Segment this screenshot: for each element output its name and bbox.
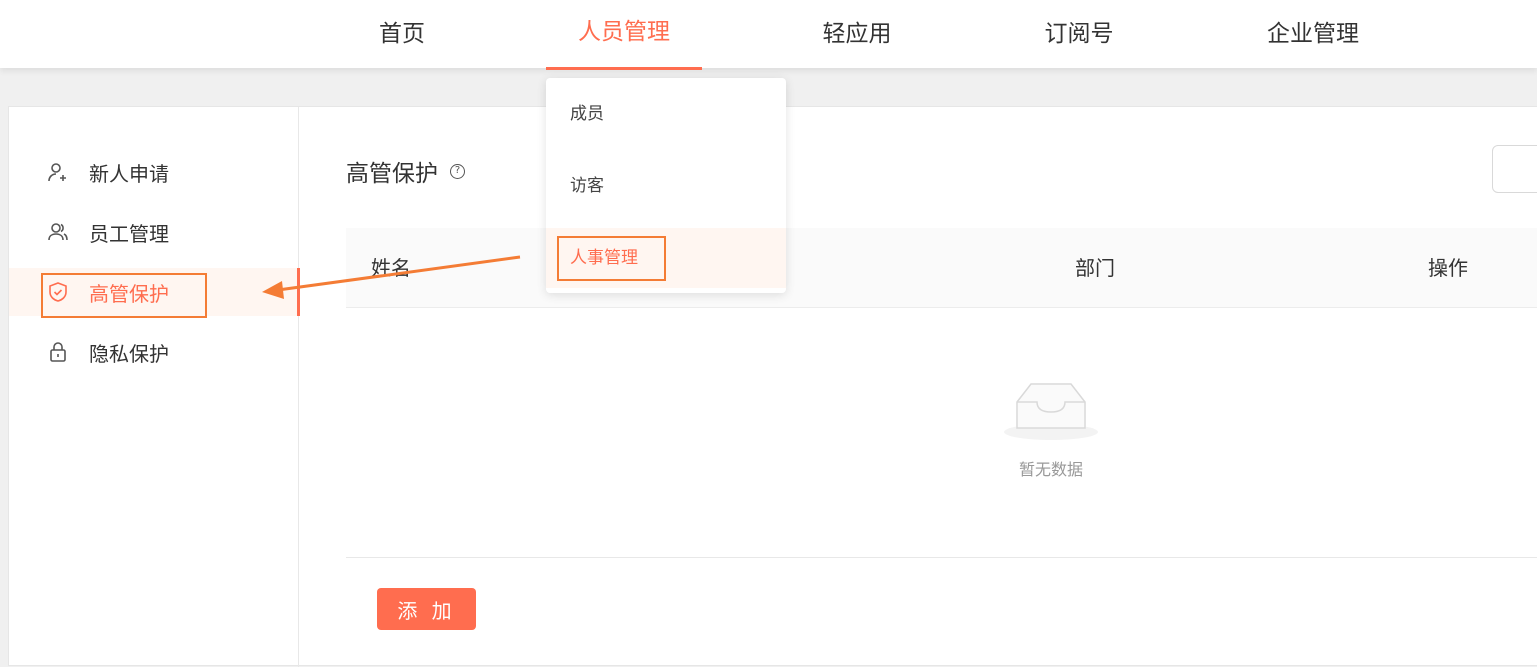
sidebar-item-employee-management[interactable]: 员工管理 (9, 208, 299, 256)
staff-dropdown-menu: 成员 访客 人事管理 (546, 78, 786, 293)
dropdown-item-visitors[interactable]: 访客 (546, 156, 786, 216)
nav-light-apps[interactable]: 轻应用 (821, 0, 893, 68)
page-title-text: 高管保护 (346, 161, 438, 187)
nav-home[interactable]: 首页 (378, 0, 426, 68)
empty-inbox-icon (1004, 383, 1098, 440)
sidebar-item-privacy-protection[interactable]: 隐私保护 (9, 328, 299, 376)
user-add-icon (47, 161, 69, 183)
column-header-name: 姓名 (371, 256, 411, 280)
dropdown-item-members[interactable]: 成员 (546, 84, 786, 144)
nav-staff-management[interactable]: 人员管理 (546, 0, 702, 70)
column-header-actions: 操作 (1428, 256, 1468, 280)
sidebar: 新人申请 员工管理 高管保护 隐私保护 (9, 107, 300, 667)
column-header-department: 部门 (1075, 256, 1115, 280)
sidebar-item-label: 隐私保护 (89, 341, 169, 366)
users-icon (47, 221, 69, 243)
search-input[interactable] (1492, 145, 1537, 193)
sidebar-item-executive-protection[interactable]: 高管保护 (9, 268, 300, 316)
sidebar-item-new-applicants[interactable]: 新人申请 (9, 148, 299, 196)
sidebar-item-label: 员工管理 (89, 221, 169, 246)
empty-text: 暂无数据 (1018, 460, 1083, 479)
data-table: 姓名 部门 操作 暂无数据 (346, 228, 1537, 558)
top-nav: 首页 人员管理 轻应用 订阅号 企业管理 (0, 0, 1537, 70)
dropdown-item-hr-management[interactable]: 人事管理 (546, 228, 786, 288)
page-title: 高管保护 ? (346, 154, 465, 188)
empty-state: 暂无数据 (946, 378, 1156, 480)
nav-subscription[interactable]: 订阅号 (1043, 0, 1115, 68)
sidebar-item-label: 新人申请 (89, 161, 169, 186)
add-button[interactable]: 添 加 (377, 588, 476, 630)
nav-enterprise-management[interactable]: 企业管理 (1265, 0, 1361, 68)
sidebar-item-label: 高管保护 (89, 281, 169, 306)
shield-icon (47, 281, 69, 303)
help-icon[interactable]: ? (450, 163, 465, 179)
lock-icon (47, 341, 69, 363)
table-header: 姓名 部门 操作 (346, 228, 1537, 308)
